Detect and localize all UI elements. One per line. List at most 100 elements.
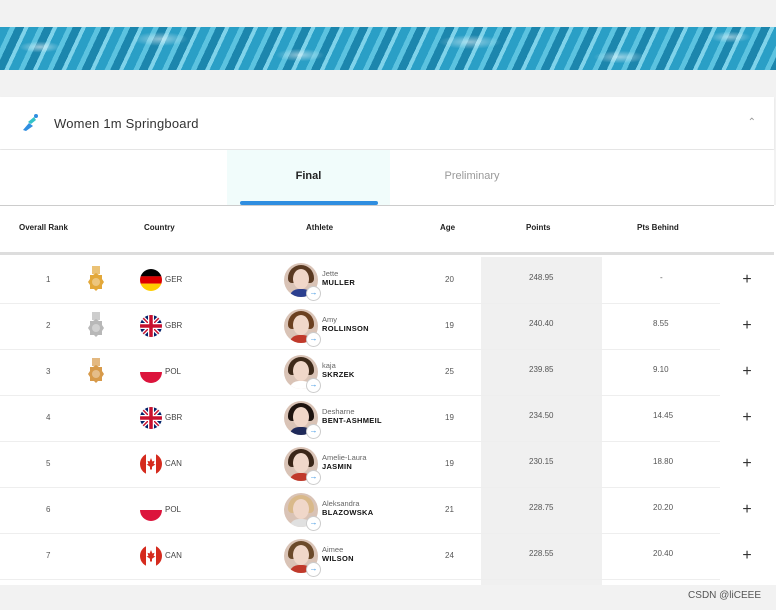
pts-behind-value: -	[660, 273, 663, 282]
table-row: 3 POL → kaja SKRZEK 25 239.85 9.10 +	[0, 349, 752, 396]
country-code: CAN	[165, 551, 182, 560]
rank-value: 7	[46, 551, 51, 560]
tab-final-label: Final	[295, 170, 322, 182]
age-value: 24	[445, 551, 454, 560]
points-value: 240.40	[529, 319, 554, 328]
results-table: Overall Rank Country Athlete Age Points …	[0, 205, 776, 585]
athlete-first-name: Desharne	[322, 407, 355, 416]
country-code: POL	[165, 505, 182, 514]
athlete-first-name: Aimee	[322, 545, 344, 554]
athlete-last-name: WILSON	[322, 554, 354, 563]
points-value: 230.15	[529, 457, 554, 466]
points-value: 248.95	[529, 273, 554, 282]
profile-arrow-icon[interactable]: →	[306, 332, 321, 347]
athlete-first-name: kaja	[322, 361, 336, 370]
rank-value: 2	[46, 321, 51, 330]
expand-plus-icon[interactable]: +	[740, 364, 754, 380]
pts-behind-value: 20.40	[653, 549, 674, 558]
points-value: 234.50	[529, 411, 554, 420]
table-row: 7 CAN → Aimee WILSON 24 228.55 20.40 +	[0, 533, 752, 580]
pts-behind-value: 9.10	[653, 365, 669, 374]
athlete-first-name: Amy	[322, 315, 337, 324]
expand-plus-icon[interactable]: +	[740, 456, 754, 472]
round-tabs: Final Preliminary	[0, 150, 774, 205]
silver-medal-icon	[86, 312, 106, 338]
points-value: 239.85	[529, 365, 554, 374]
pts-behind-value: 18.80	[653, 457, 674, 466]
header-athlete: Athlete	[306, 223, 334, 232]
tab-preliminary-label: Preliminary	[444, 170, 500, 182]
country-code: GBR	[165, 321, 183, 330]
header-overall-rank: Overall Rank	[19, 223, 68, 232]
event-header-card[interactable]: Women 1m Springboard ⌃	[0, 97, 774, 149]
header-age: Age	[440, 223, 456, 232]
profile-arrow-icon[interactable]: →	[306, 424, 321, 439]
pts-behind-value: 14.45	[653, 411, 674, 420]
athlete-last-name: MULLER	[322, 278, 356, 287]
tab-preliminary[interactable]: Preliminary	[397, 150, 547, 205]
pts-behind-value: 8.55	[653, 319, 669, 328]
profile-arrow-icon[interactable]: →	[306, 562, 321, 577]
rank-value: 3	[46, 367, 51, 376]
diving-icon	[23, 114, 38, 131]
expand-plus-icon[interactable]: +	[740, 502, 754, 518]
profile-arrow-icon[interactable]: →	[306, 286, 321, 301]
table-row: 4 GBR → Desharne BENT-ASHMEIL 19 234.50 14.45 +	[0, 395, 752, 442]
profile-arrow-icon[interactable]: →	[306, 516, 321, 531]
bronze-medal-icon	[86, 358, 106, 384]
athlete-first-name: Aleksandra	[322, 499, 360, 508]
age-value: 19	[445, 321, 454, 330]
table-header: Overall Rank Country Athlete Age Points …	[0, 205, 774, 255]
points-value: 228.55	[529, 549, 554, 558]
points-value: 228.75	[529, 503, 554, 512]
tab-final[interactable]: Final	[227, 150, 390, 205]
flag-can-icon	[140, 545, 162, 567]
age-value: 25	[445, 367, 454, 376]
country-code: CAN	[165, 459, 182, 468]
expand-plus-icon[interactable]: +	[740, 548, 754, 564]
country-code: GBR	[165, 413, 183, 422]
expand-plus-icon[interactable]: +	[740, 318, 754, 334]
flag-ger-icon	[140, 269, 162, 291]
flag-pol-icon	[140, 499, 162, 521]
table-row: 6 POL → Aleksandra BLAZOWSKA 21 228.75 20.20 +	[0, 487, 752, 534]
gold-medal-icon	[86, 266, 106, 292]
age-value: 21	[445, 505, 454, 514]
age-value: 19	[445, 459, 454, 468]
rank-value: 6	[46, 505, 51, 514]
table-row: 2 GBR → Amy ROLLINSON 19 240.40 8.55 +	[0, 303, 752, 350]
watermark: CSDN @liCEEE	[688, 590, 761, 601]
header-points: Points	[526, 223, 551, 232]
rank-value: 4	[46, 413, 51, 422]
table-row: 1 GER → Jette MULLER 20 248.95 - +	[0, 257, 752, 304]
profile-arrow-icon[interactable]: →	[306, 470, 321, 485]
country-code: POL	[165, 367, 182, 376]
athlete-last-name: ROLLINSON	[322, 324, 369, 333]
athlete-first-name: Amelie-Laura	[322, 453, 367, 462]
header-pts-behind: Pts Behind	[637, 223, 679, 232]
expand-plus-icon[interactable]: +	[740, 410, 754, 426]
rank-value: 1	[46, 275, 51, 284]
header-country: Country	[144, 223, 175, 232]
country-code: GER	[165, 275, 183, 284]
athlete-last-name: BLAZOWSKA	[322, 508, 374, 517]
athlete-last-name: SKRZEK	[322, 370, 355, 379]
athlete-first-name: Jette	[322, 269, 339, 278]
flag-pol-icon	[140, 361, 162, 383]
age-value: 20	[445, 275, 454, 284]
flag-can-icon	[140, 453, 162, 475]
flag-gbr-icon	[140, 315, 162, 337]
athlete-last-name: JASMIN	[322, 462, 353, 471]
athlete-last-name: BENT-ASHMEIL	[322, 416, 382, 425]
flag-gbr-icon	[140, 407, 162, 429]
table-row: 5 CAN → Amelie-Laura JASMIN 19 230.15 18.80 +	[0, 441, 752, 488]
profile-arrow-icon[interactable]: →	[306, 378, 321, 393]
pts-behind-value: 20.20	[653, 503, 674, 512]
pool-water-banner	[0, 27, 776, 70]
chevron-up-icon[interactable]: ⌃	[748, 117, 756, 128]
event-title: Women 1m Springboard	[54, 116, 199, 131]
age-value: 19	[445, 413, 454, 422]
footer-bar: CSDN @liCEEE	[0, 585, 776, 610]
rank-value: 5	[46, 459, 51, 468]
expand-plus-icon[interactable]: +	[740, 272, 754, 288]
